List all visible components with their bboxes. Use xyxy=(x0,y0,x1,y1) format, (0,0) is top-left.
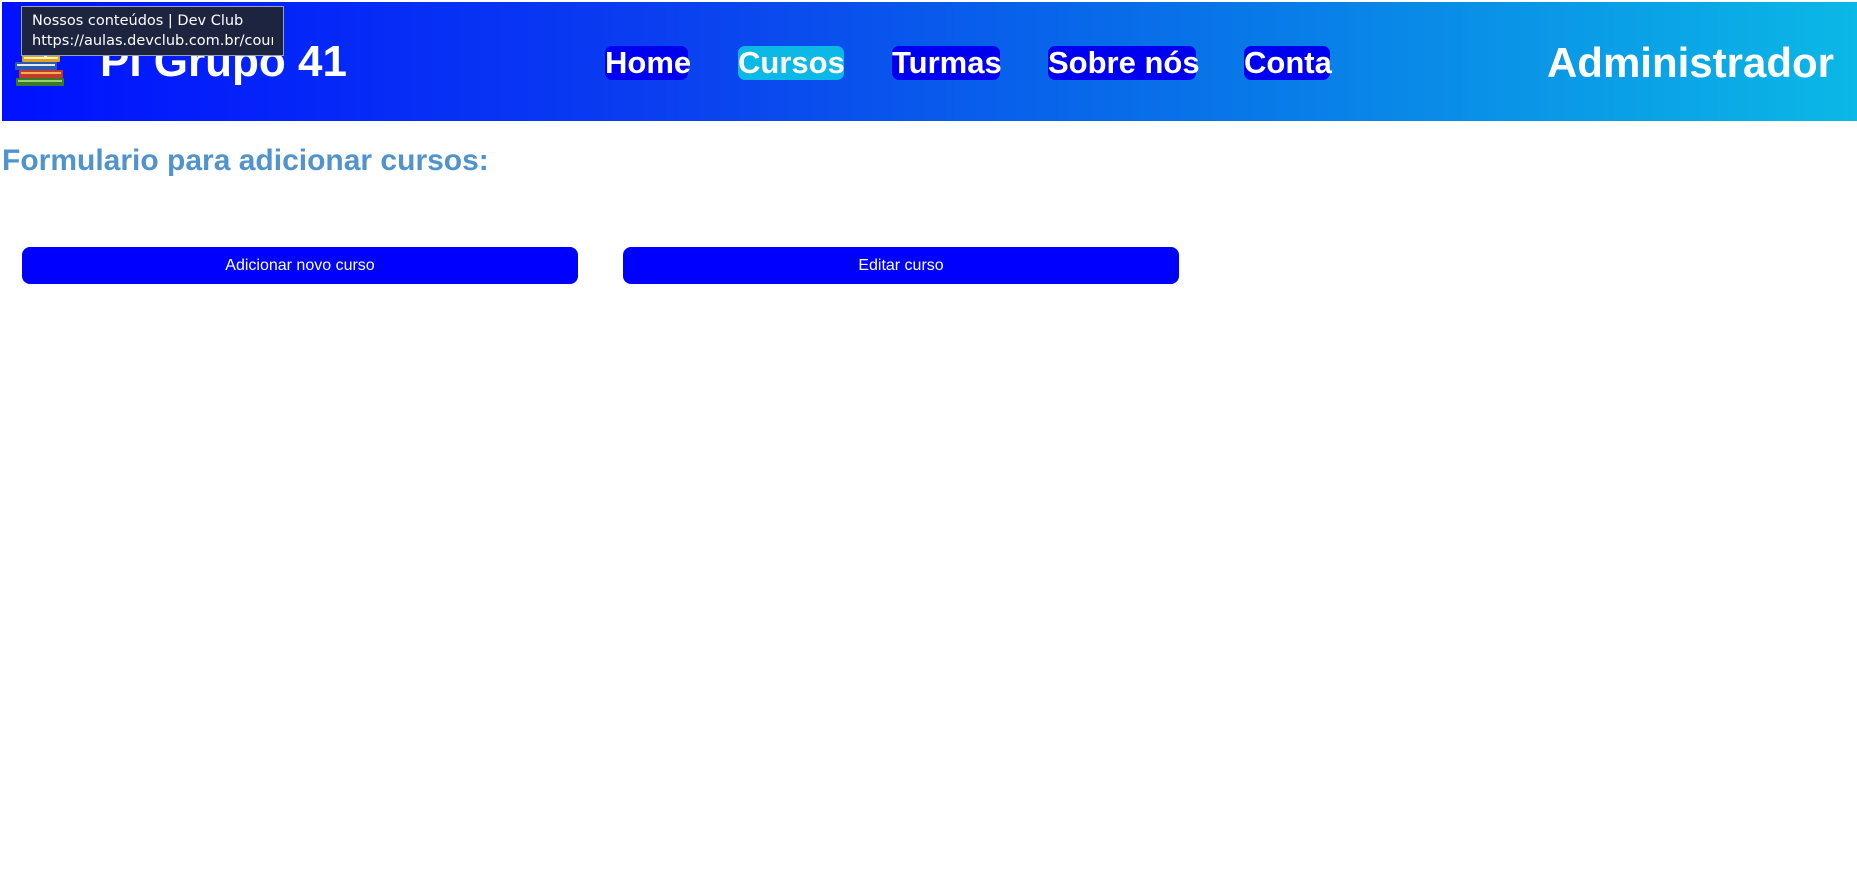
tooltip-url: https://aulas.devclub.com.br/courses xyxy=(32,33,273,49)
nav-home[interactable]: Home xyxy=(605,46,691,80)
edit-course-button[interactable]: Editar curso xyxy=(623,247,1179,284)
books-stack-icon[interactable] xyxy=(14,50,68,90)
nav-cursos[interactable]: Cursos xyxy=(738,46,845,80)
page-title: Formulario para adicionar cursos: xyxy=(2,144,489,177)
add-course-button[interactable]: Adicionar novo curso xyxy=(22,247,578,284)
nav-turmas[interactable]: Turmas xyxy=(892,46,1002,80)
tooltip-title: Nossos conteúdos | Dev Club xyxy=(32,13,244,29)
nav-sobre-nos[interactable]: Sobre nós xyxy=(1048,46,1200,80)
user-role-label: Administrador xyxy=(1546,39,1834,86)
link-tooltip: Nossos conteúdos | Dev Club https://aula… xyxy=(21,6,284,56)
nav-conta[interactable]: Conta xyxy=(1244,46,1332,80)
